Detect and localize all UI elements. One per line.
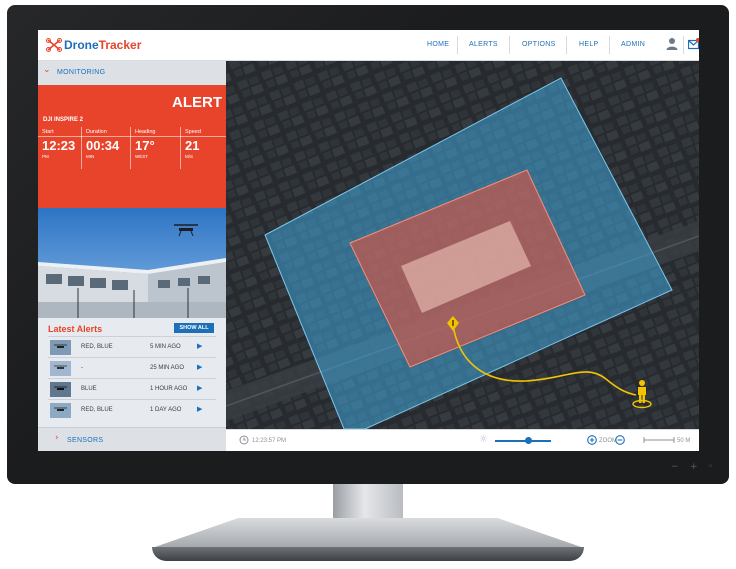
monitor-stand-top: [152, 518, 584, 548]
stat-label: Start: [42, 129, 54, 135]
alert-colors: BLUE: [81, 386, 97, 392]
latest-alerts-panel: Latest Alerts SHOW ALL RED, BLUE 5 MIN A…: [38, 318, 226, 426]
chevron-down-icon: ⌄: [43, 65, 51, 75]
alert-list-item[interactable]: RED, BLUE 1 DAY AGO ▶: [48, 399, 216, 420]
nav-divider: [566, 36, 567, 54]
stat-label: Duration: [86, 129, 107, 135]
scale-label: 50 M: [677, 438, 691, 444]
stat-unit: PM: [42, 154, 49, 159]
sensors-label: SENSORS: [67, 437, 104, 444]
notification-mail-icon[interactable]: [688, 38, 699, 50]
drone-snapshot-photo[interactable]: [38, 208, 226, 318]
nav-divider: [457, 36, 458, 54]
stat-duration: Duration 00:34 MIN: [81, 127, 130, 169]
stat-unit: M/S: [185, 154, 194, 159]
alert-time-ago: 1 DAY AGO: [150, 407, 182, 413]
drone-logo-icon: [46, 38, 62, 52]
alert-thumbnail: [50, 382, 71, 397]
chevron-right-icon: ▶: [197, 384, 203, 392]
latest-alerts-title: Latest Alerts: [48, 324, 103, 334]
nav-options[interactable]: OPTIONS: [522, 41, 556, 48]
logo-text-drone: Drone: [64, 38, 99, 52]
drone-snapshot-image: [38, 208, 226, 318]
nav-divider: [683, 36, 684, 54]
alert-stats: Start 12:23 PM Duration 00:34 MIN Headin…: [38, 127, 226, 169]
stat-value: 21: [185, 138, 200, 153]
alert-list-item[interactable]: RED, BLUE 5 MIN AGO ▶: [48, 336, 216, 357]
monitoring-label: MONITORING: [57, 69, 106, 76]
stat-divider: [38, 136, 226, 137]
alert-colors: RED, BLUE: [81, 344, 113, 350]
stat-value: 12:23: [42, 138, 76, 153]
nav-admin[interactable]: ADMIN: [621, 41, 645, 48]
top-navbar: Drone Tracker HOME ALERTS OPTIONS HELP AD…: [38, 30, 699, 61]
alert-title: ALERT: [172, 94, 222, 111]
drone-model: DJI INSPIRE 2: [43, 117, 84, 123]
monitor-plus-icon: +: [690, 462, 698, 472]
map-toolbar: 12:23:57 PM ☼ ZOOM 50 M: [226, 429, 699, 451]
logo[interactable]: Drone Tracker: [46, 38, 141, 52]
satellite-map: [226, 61, 699, 429]
stat-speed: Speed 21 M/S: [180, 127, 226, 169]
nav-divider: [609, 36, 610, 54]
brightness-slider-track[interactable]: [495, 440, 551, 442]
alert-time-ago: 1 HOUR AGO: [150, 386, 188, 392]
alert-panel: ALERT DJI INSPIRE 2 Start 12:23 PM Durat…: [38, 85, 226, 208]
alert-list-item[interactable]: - 25 MIN AGO ▶: [48, 357, 216, 378]
alert-thumbnail: [50, 340, 71, 355]
alert-time-ago: 25 MIN AGO: [150, 365, 185, 371]
scale-bar-icon: [643, 437, 675, 443]
stat-label: Speed: [185, 129, 201, 135]
stat-unit: MIN: [86, 154, 95, 159]
chevron-right-icon: ▶: [197, 342, 203, 350]
logo-text-tracker: Tracker: [98, 38, 142, 52]
monitor-power-icon: ◦: [708, 462, 714, 472]
brightness-slider-handle[interactable]: [525, 437, 533, 444]
monitor-stand-front: [152, 547, 584, 561]
nav-help[interactable]: HELP: [579, 41, 599, 48]
nav-alerts[interactable]: ALERTS: [469, 41, 498, 48]
nav-divider: [509, 36, 510, 54]
alert-colors: -: [81, 365, 83, 371]
map-view[interactable]: [226, 61, 699, 429]
brightness-icon: ☼: [479, 434, 488, 445]
sensors-header[interactable]: › SENSORS: [38, 427, 226, 451]
alert-list-item[interactable]: BLUE 1 HOUR AGO ▶: [48, 378, 216, 399]
sidebar: ⌄ MONITORING ALERT DJI INSPIRE 2 Start 1…: [38, 61, 226, 451]
chevron-right-icon: ›: [55, 433, 59, 443]
monitor-stand: [152, 518, 584, 562]
nav-home[interactable]: HOME: [427, 41, 449, 48]
zoom-in-icon[interactable]: [587, 435, 597, 445]
current-time: 12:23:57 PM: [252, 438, 287, 444]
stat-label: Heading: [135, 129, 156, 135]
stat-value: 17°: [135, 138, 155, 153]
alert-time-ago: 5 MIN AGO: [150, 344, 181, 350]
user-icon[interactable]: [665, 37, 679, 51]
clock-icon: [239, 435, 249, 445]
alert-thumbnail: [50, 361, 71, 376]
stat-start: Start 12:23 PM: [38, 127, 81, 169]
monitor-minus-icon: −: [671, 462, 679, 472]
alert-colors: RED, BLUE: [81, 407, 113, 413]
zoom-out-icon[interactable]: [615, 435, 625, 445]
stat-heading: Heading 17° WEST: [130, 127, 180, 169]
show-all-button[interactable]: SHOW ALL: [174, 323, 214, 333]
alert-thumbnail: [50, 403, 71, 418]
screen: Drone Tracker HOME ALERTS OPTIONS HELP AD…: [38, 30, 699, 451]
stat-value: 00:34: [86, 138, 120, 153]
monitoring-header[interactable]: ⌄ MONITORING: [38, 61, 226, 85]
stat-unit: WEST: [135, 154, 148, 159]
chevron-right-icon: ▶: [197, 405, 203, 413]
chevron-right-icon: ▶: [197, 363, 203, 371]
stage: − + ◦ DroneTracker HOME ALERTS OPTIONS: [0, 0, 736, 569]
